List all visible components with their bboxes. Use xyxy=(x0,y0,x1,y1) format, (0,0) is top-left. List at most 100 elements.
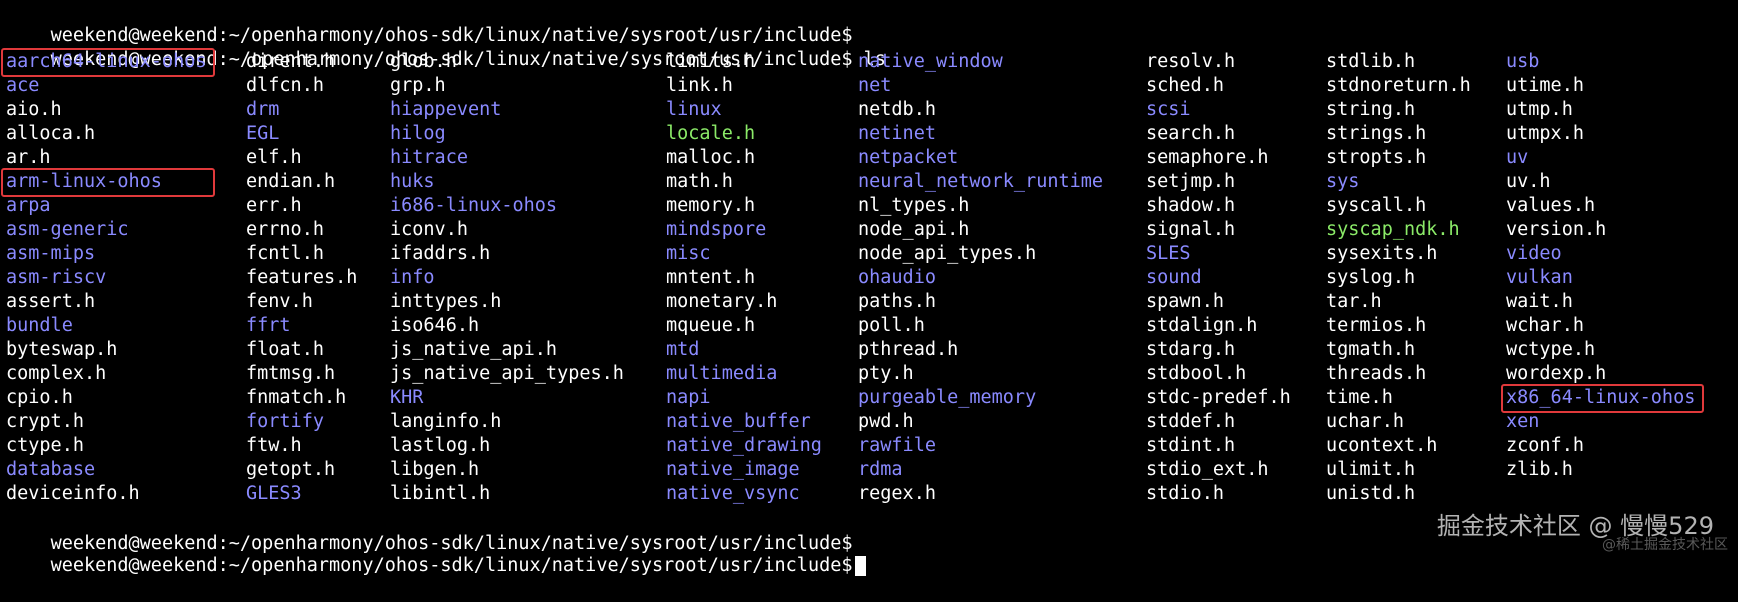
directory-entry: hilog xyxy=(390,123,446,144)
file-entry: ulimit.h xyxy=(1326,459,1416,480)
directory-entry: hiappevent xyxy=(390,99,502,120)
file-entry: unistd.h xyxy=(1326,483,1416,504)
file-entry: math.h xyxy=(666,171,733,192)
file-entry: syslog.h xyxy=(1326,267,1416,288)
directory-entry: linux xyxy=(666,99,722,120)
file-entry: stdio_ext.h xyxy=(1146,459,1269,480)
ls-column: stdlib.h stdnoreturn.h string.h strings.h st… xyxy=(1326,50,1471,506)
file-entry: stdbool.h xyxy=(1146,363,1247,384)
file-entry: byteswap.h xyxy=(6,339,118,360)
file-entry: ucontext.h xyxy=(1326,435,1438,456)
ls-column: glob.h grp.h hiappevent hilog hitrace huks i68… xyxy=(390,50,624,506)
directory-entry: native_drawing xyxy=(666,435,822,456)
directory-entry: native_vsync xyxy=(666,483,800,504)
file-entry: aio.h xyxy=(6,99,62,120)
file-entry: grp.h xyxy=(390,75,446,96)
file-entry: langinfo.h xyxy=(390,411,502,432)
ls-column: native_window net netdb.h netinet netpacket n… xyxy=(858,50,1103,506)
directory-entry: mindspore xyxy=(666,219,767,240)
directory-entry: ohaudio xyxy=(858,267,936,288)
directory-entry: napi xyxy=(666,387,711,408)
file-entry: wchar.h xyxy=(1506,315,1584,336)
ls-column: usb utime.h utmp.h utmpx.h uv uv.h values.h ver… xyxy=(1506,50,1695,482)
file-entry: dlfcn.h xyxy=(246,75,324,96)
ls-column: aarch64-linux-ohos ace aio.h alloca.h ar.h ar… xyxy=(6,50,206,506)
directory-entry: native_image xyxy=(666,459,800,480)
directory-entry: aarch64-linux-ohos xyxy=(6,51,207,72)
file-entry: threads.h xyxy=(1326,363,1427,384)
directory-entry: mtd xyxy=(666,339,700,360)
directory-entry: x86_64-linux-ohos xyxy=(1506,387,1696,408)
file-entry: fnmatch.h xyxy=(246,387,347,408)
file-entry: ifaddrs.h xyxy=(390,243,491,264)
file-entry: errno.h xyxy=(246,219,324,240)
active-prompt-line[interactable]: weekend@weekend:~/openharmony/ohos-sdk/l… xyxy=(6,530,866,576)
directory-entry: fortify xyxy=(246,411,324,432)
executable-entry: locale.h xyxy=(666,123,756,144)
file-entry: wordexp.h xyxy=(1506,363,1607,384)
directory-entry: video xyxy=(1506,243,1562,264)
file-entry: ftw.h xyxy=(246,435,302,456)
file-entry: fcntl.h xyxy=(246,243,324,264)
directory-entry: arpa xyxy=(6,195,51,216)
ls-column: resolv.h sched.h scsi search.h semaphore.h se… xyxy=(1146,50,1291,506)
file-entry: elf.h xyxy=(246,147,302,168)
directory-entry: multimedia xyxy=(666,363,778,384)
previous-prompt-line: weekend@weekend:~/openharmony/ohos-sdk/l… xyxy=(6,0,853,46)
file-entry: signal.h xyxy=(1146,219,1236,240)
file-entry: syscall.h xyxy=(1326,195,1427,216)
file-entry: stddef.h xyxy=(1146,411,1236,432)
file-entry: float.h xyxy=(246,339,324,360)
file-entry: stdnoreturn.h xyxy=(1326,75,1471,96)
file-entry: stdlib.h xyxy=(1326,51,1416,72)
directory-entry: database xyxy=(6,459,96,480)
file-entry: lastlog.h xyxy=(390,435,491,456)
file-entry: string.h xyxy=(1326,99,1416,120)
file-entry: termios.h xyxy=(1326,315,1427,336)
file-entry: limits.h xyxy=(666,51,756,72)
file-entry: js_native_api_types.h xyxy=(390,363,624,384)
file-entry: poll.h xyxy=(858,315,925,336)
file-entry: tar.h xyxy=(1326,291,1382,312)
file-entry: memory.h xyxy=(666,195,756,216)
directory-entry: xen xyxy=(1506,411,1540,432)
directory-entry: vulkan xyxy=(1506,267,1573,288)
ls-column: dirent.h dlfcn.h drm EGL elf.h endian.h err.h e… xyxy=(246,50,357,506)
directory-entry: i686-linux-ohos xyxy=(390,195,558,216)
directory-entry: ace xyxy=(6,75,40,96)
file-entry: uchar.h xyxy=(1326,411,1404,432)
directory-entry: info xyxy=(390,267,435,288)
file-entry: zlib.h xyxy=(1506,459,1573,480)
file-entry: getopt.h xyxy=(246,459,336,480)
directory-entry: uv xyxy=(1506,147,1529,168)
directory-entry: drm xyxy=(246,99,280,120)
file-entry: node_api.h xyxy=(858,219,970,240)
file-entry: features.h xyxy=(246,267,358,288)
directory-entry: purgeable_memory xyxy=(858,387,1037,408)
file-entry: stropts.h xyxy=(1326,147,1427,168)
file-entry: nl_types.h xyxy=(858,195,970,216)
file-entry: stdalign.h xyxy=(1146,315,1258,336)
directory-entry: hitrace xyxy=(390,147,468,168)
directory-entry: usb xyxy=(1506,51,1540,72)
directory-entry: sys xyxy=(1326,171,1360,192)
file-entry: zconf.h xyxy=(1506,435,1584,456)
file-entry: pwd.h xyxy=(858,411,914,432)
file-entry: ctype.h xyxy=(6,435,84,456)
watermark-sub: @稀土掘金技术社区 xyxy=(1602,537,1728,553)
file-entry: link.h xyxy=(666,75,733,96)
file-entry: fenv.h xyxy=(246,291,313,312)
file-entry: semaphore.h xyxy=(1146,147,1269,168)
directory-entry: neural_network_runtime xyxy=(858,171,1104,192)
file-entry: wait.h xyxy=(1506,291,1573,312)
terminal-window[interactable]: weekend@weekend:~/openharmony/ohos-sdk/l… xyxy=(0,0,1738,576)
directory-entry: SLES xyxy=(1146,243,1191,264)
file-entry: complex.h xyxy=(6,363,107,384)
file-entry: deviceinfo.h xyxy=(6,483,140,504)
directory-entry: ffrt xyxy=(246,315,291,336)
file-entry: glob.h xyxy=(390,51,457,72)
directory-entry: rawfile xyxy=(858,435,936,456)
file-entry: monetary.h xyxy=(666,291,778,312)
file-entry: cpio.h xyxy=(6,387,73,408)
file-entry: sched.h xyxy=(1146,75,1224,96)
